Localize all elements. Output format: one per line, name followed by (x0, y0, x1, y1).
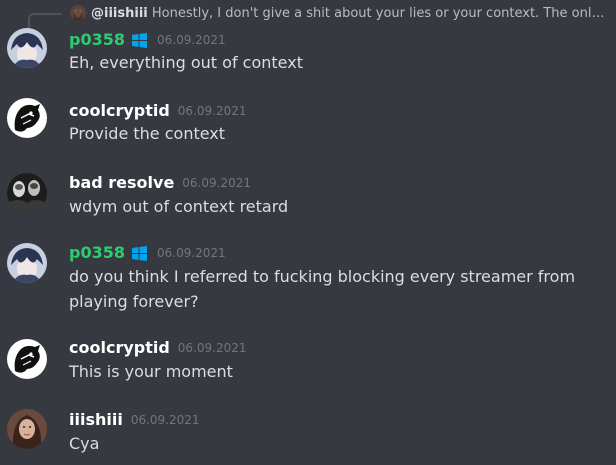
username[interactable]: bad resolve (69, 173, 174, 193)
username[interactable]: coolcryptid (69, 338, 170, 358)
timestamp: 06.09.2021 (182, 176, 252, 190)
username[interactable]: p0358 (69, 243, 125, 263)
timestamp: 06.09.2021 (156, 33, 226, 47)
username[interactable]: coolcryptid (69, 101, 170, 121)
username[interactable]: p0358 (69, 30, 125, 50)
message[interactable]: iiishiii 06.09.2021 Cya (0, 402, 616, 465)
avatar[interactable] (7, 409, 47, 449)
message-header: coolcryptid 06.09.2021 (69, 338, 247, 358)
message-header: iiishiii 06.09.2021 (69, 410, 200, 430)
message[interactable]: coolcryptid 06.09.2021 This is your mome… (0, 336, 616, 402)
avatar[interactable] (7, 28, 47, 68)
avatar[interactable] (7, 339, 47, 379)
message-content: Provide the context (69, 124, 226, 143)
message-header: coolcryptid 06.09.2021 (69, 101, 247, 121)
message[interactable]: bad resolve 06.09.2021 wdym out of conte… (0, 170, 616, 236)
message-header: p0358 06.09.2021 (69, 243, 226, 263)
message-content: Cya (69, 434, 100, 453)
avatar[interactable] (7, 243, 47, 283)
message-header: p0358 06.09.2021 (69, 30, 226, 50)
timestamp: 06.09.2021 (177, 341, 247, 355)
timestamp: 06.09.2021 (156, 246, 226, 260)
message-content: wdym out of context retard (69, 197, 289, 216)
timestamp: 06.09.2021 (130, 413, 200, 427)
message-content: do you think I referred to fucking block… (69, 267, 576, 311)
message-header: bad resolve 06.09.2021 (69, 173, 251, 193)
message-content: Eh, everything out of context (69, 53, 303, 72)
message-content: This is your moment (69, 362, 233, 381)
timestamp: 06.09.2021 (177, 104, 247, 118)
username[interactable]: iiishiii (69, 410, 123, 430)
avatar[interactable] (7, 173, 47, 213)
avatar[interactable] (7, 98, 47, 138)
windows-logo-icon (131, 32, 147, 48)
message[interactable]: p0358 06.09.2021 Eh, everything out of c… (0, 0, 616, 95)
message[interactable]: p0358 06.09.2021 do you think I referred… (0, 236, 616, 336)
message[interactable]: coolcryptid 06.09.2021 Provide the conte… (0, 95, 616, 170)
windows-logo-icon (131, 245, 147, 261)
